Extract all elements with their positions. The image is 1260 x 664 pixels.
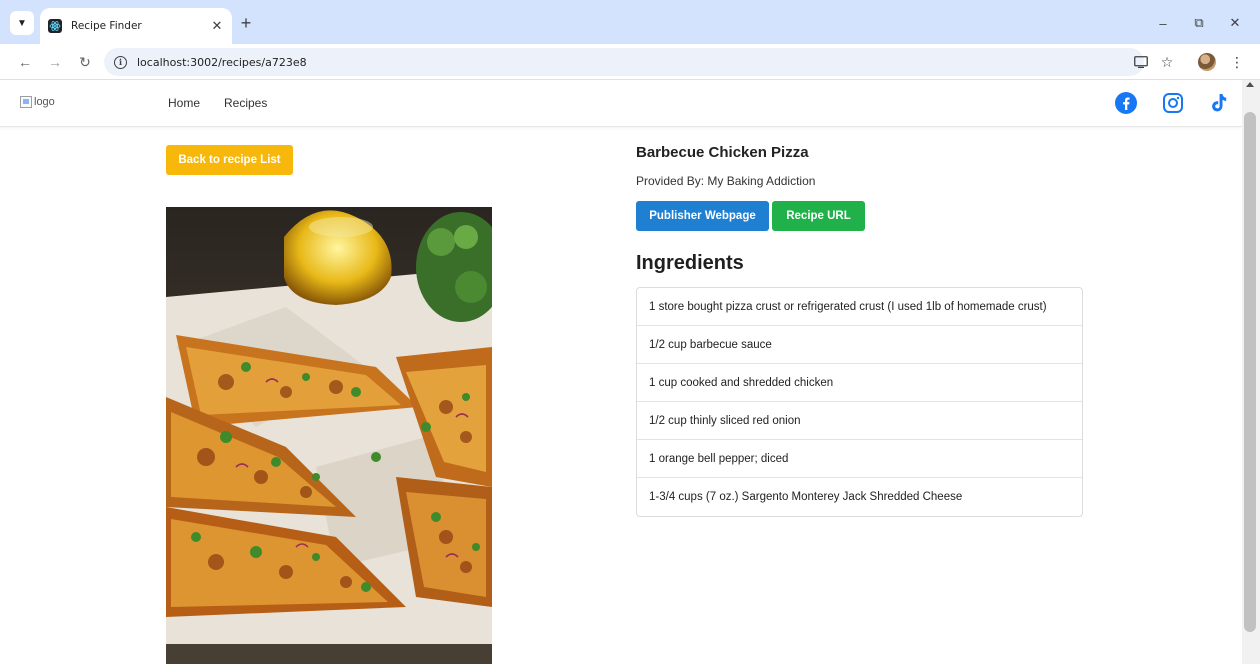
recipe-title: Barbecue Chicken Pizza xyxy=(636,144,809,161)
forward-arrow-icon[interactable]: → xyxy=(44,51,66,73)
minimize-icon[interactable]: – xyxy=(1154,14,1172,32)
facebook-icon[interactable] xyxy=(1114,91,1138,115)
site-navbar: logo Home Recipes xyxy=(0,80,1242,127)
ingredient-item: 1 orange bell pepper; diced xyxy=(637,440,1082,478)
url-text[interactable]: localhost:3002/recipes/a723e8 xyxy=(137,56,307,69)
back-to-list-button[interactable]: Back to recipe List xyxy=(166,145,293,175)
profile-avatar[interactable] xyxy=(1198,53,1216,71)
nav-link-home[interactable]: Home xyxy=(168,96,200,110)
address-bar[interactable]: i localhost:3002/recipes/a723e8 xyxy=(104,48,1144,76)
recipe-image xyxy=(166,207,492,664)
page-scrollbar[interactable] xyxy=(1242,80,1260,664)
back-arrow-icon[interactable]: ← xyxy=(14,51,36,73)
publisher-webpage-button[interactable]: Publisher Webpage xyxy=(636,201,769,231)
page-content: logo Home Recipes Back to recipe List Ba… xyxy=(0,80,1242,664)
reload-icon[interactable]: ↻ xyxy=(74,51,96,73)
cast-icon[interactable] xyxy=(1132,53,1150,71)
site-logo[interactable]: logo xyxy=(20,96,55,108)
chevron-down-icon: ▼ xyxy=(17,17,27,29)
broken-image-icon xyxy=(20,96,32,108)
browser-tab[interactable]: Recipe Finder ✕ xyxy=(40,8,232,44)
recipe-url-button[interactable]: Recipe URL xyxy=(772,201,865,231)
ingredients-heading: Ingredients xyxy=(636,252,744,274)
scrollbar-thumb[interactable] xyxy=(1244,112,1256,632)
more-menu-icon[interactable]: ⋮ xyxy=(1228,53,1246,71)
browser-tab-strip: ▼ Recipe Finder ✕ + – ⧉ ✕ xyxy=(0,0,1260,44)
tab-title: Recipe Finder xyxy=(71,20,142,32)
new-tab-icon[interactable]: + xyxy=(236,14,256,34)
browser-toolbar: ← → ↻ i localhost:3002/recipes/a723e8 ☆ … xyxy=(0,44,1260,80)
react-favicon-icon xyxy=(48,19,62,33)
recipe-provider: Provided By: My Baking Addiction xyxy=(636,174,816,188)
ingredient-item: 1-3/4 cups (7 oz.) Sargento Monterey Jac… xyxy=(649,491,963,503)
close-tab-icon[interactable]: ✕ xyxy=(208,17,226,35)
ingredient-item: 1 cup cooked and shredded chicken xyxy=(637,364,1082,402)
ingredient-item: 1 store bought pizza crust or refrigerat… xyxy=(637,288,1082,326)
tab-search-button[interactable]: ▼ xyxy=(10,11,34,35)
restore-icon[interactable]: ⧉ xyxy=(1190,14,1208,32)
close-window-icon[interactable]: ✕ xyxy=(1226,14,1244,32)
nav-link-recipes[interactable]: Recipes xyxy=(224,96,267,110)
scroll-up-arrow-icon[interactable] xyxy=(1246,82,1254,87)
tiktok-icon[interactable] xyxy=(1206,91,1230,115)
ingredients-list: 1 store bought pizza crust or refrigerat… xyxy=(636,287,1083,517)
ingredient-item: 1/2 cup barbecue sauce xyxy=(637,326,1082,364)
instagram-icon[interactable] xyxy=(1161,91,1185,115)
bookmark-star-icon[interactable]: ☆ xyxy=(1158,53,1176,71)
site-info-icon[interactable]: i xyxy=(114,55,127,69)
ingredient-item: 1/2 cup thinly sliced red onion xyxy=(637,402,1082,440)
logo-alt-text: logo xyxy=(34,96,55,108)
